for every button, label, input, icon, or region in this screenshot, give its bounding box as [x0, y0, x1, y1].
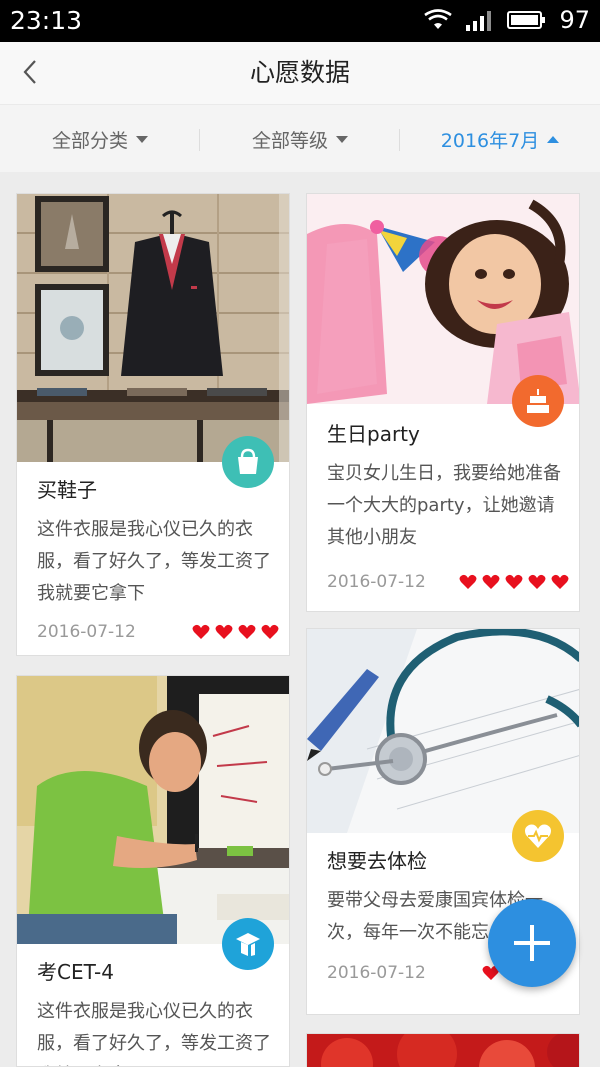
card-image: [307, 194, 579, 404]
study-badge: [222, 918, 274, 970]
card-title: 考CET-4: [37, 960, 114, 984]
card-description: 这件衣服是我心仪已久的衣服，看了好久了，等发工资了我就要它拿下: [37, 1001, 271, 1066]
rating-hearts: [192, 624, 279, 640]
card-image: [307, 1034, 579, 1067]
page-title: 心愿数据: [249, 58, 350, 87]
wish-card[interactable]: 生日party 宝贝女儿生日，我要给她准备一个大大的party，让她邀请其他小朋…: [306, 193, 580, 612]
card-description: 这件衣服是我心仪已久的衣服，看了好久了，等发工资了我就要它拿下: [37, 519, 271, 604]
heart-icon: [505, 574, 523, 589]
card-image: [17, 676, 289, 944]
heart-icon: [482, 574, 500, 589]
card-title: 生日party: [327, 422, 420, 446]
card-image: [307, 629, 579, 833]
wish-card[interactable]: 考CET-4 这件衣服是我心仪已久的衣服，看了好久了，等发工资了我就要它拿下: [16, 675, 290, 1067]
plus-icon: [514, 925, 550, 961]
heart-icon: [192, 624, 210, 639]
rating-hearts: [459, 574, 569, 590]
status-time: 23:13: [10, 6, 83, 35]
wish-card[interactable]: 买鞋子 这件衣服是我心仪已久的衣服，看了好久了，等发工资了我就要它拿下 2016…: [16, 193, 290, 656]
heart-icon: [261, 624, 279, 639]
cake-badge: [512, 375, 564, 427]
wish-card[interactable]: [306, 1033, 580, 1067]
heart-pulse-badge: [512, 810, 564, 862]
app-header: 心愿数据: [0, 42, 600, 104]
shopping-bag-icon: [238, 448, 258, 474]
battery-icon: [507, 11, 546, 29]
card-image: [17, 194, 289, 462]
filter-bar: 全部分类 全部等级 2016年7月: [0, 104, 600, 172]
status-bar: 23:13 97: [0, 0, 600, 42]
caret-down-icon: [336, 135, 348, 143]
card-title: 想要去体检: [327, 849, 427, 873]
shopping-bag-badge: [222, 436, 274, 488]
card-date: 2016-07-12: [327, 572, 426, 592]
study-icon: [236, 933, 260, 956]
heart-icon: [459, 574, 477, 589]
heart-pulse-icon: [525, 824, 551, 848]
heart-icon: [551, 574, 569, 589]
wifi-icon: [424, 9, 453, 29]
heart-icon: [238, 624, 256, 639]
card-description: 宝贝女儿生日，我要给她准备一个大大的party，让她邀请其他小朋友: [327, 463, 561, 548]
cake-icon: [527, 389, 549, 413]
caret-up-icon: [547, 135, 560, 143]
add-wish-button[interactable]: [488, 899, 576, 987]
card-title: 买鞋子: [37, 478, 97, 502]
card-date: 2016-07-12: [37, 622, 136, 642]
heart-icon: [528, 574, 546, 589]
heart-icon: [215, 624, 233, 639]
card-date: 2016-07-12: [327, 963, 426, 983]
filter-month-dropdown[interactable]: 2016年7月: [400, 105, 600, 173]
filter-level-dropdown[interactable]: 全部等级: [200, 105, 400, 173]
signal-icon: [466, 11, 492, 31]
filter-category-dropdown[interactable]: 全部分类: [0, 105, 200, 173]
caret-down-icon: [136, 135, 148, 143]
battery-level: 97: [559, 6, 590, 34]
filter-category-label: 全部分类: [51, 129, 128, 152]
filter-level-label: 全部等级: [251, 129, 328, 152]
filter-month-label: 2016年7月: [440, 129, 540, 152]
